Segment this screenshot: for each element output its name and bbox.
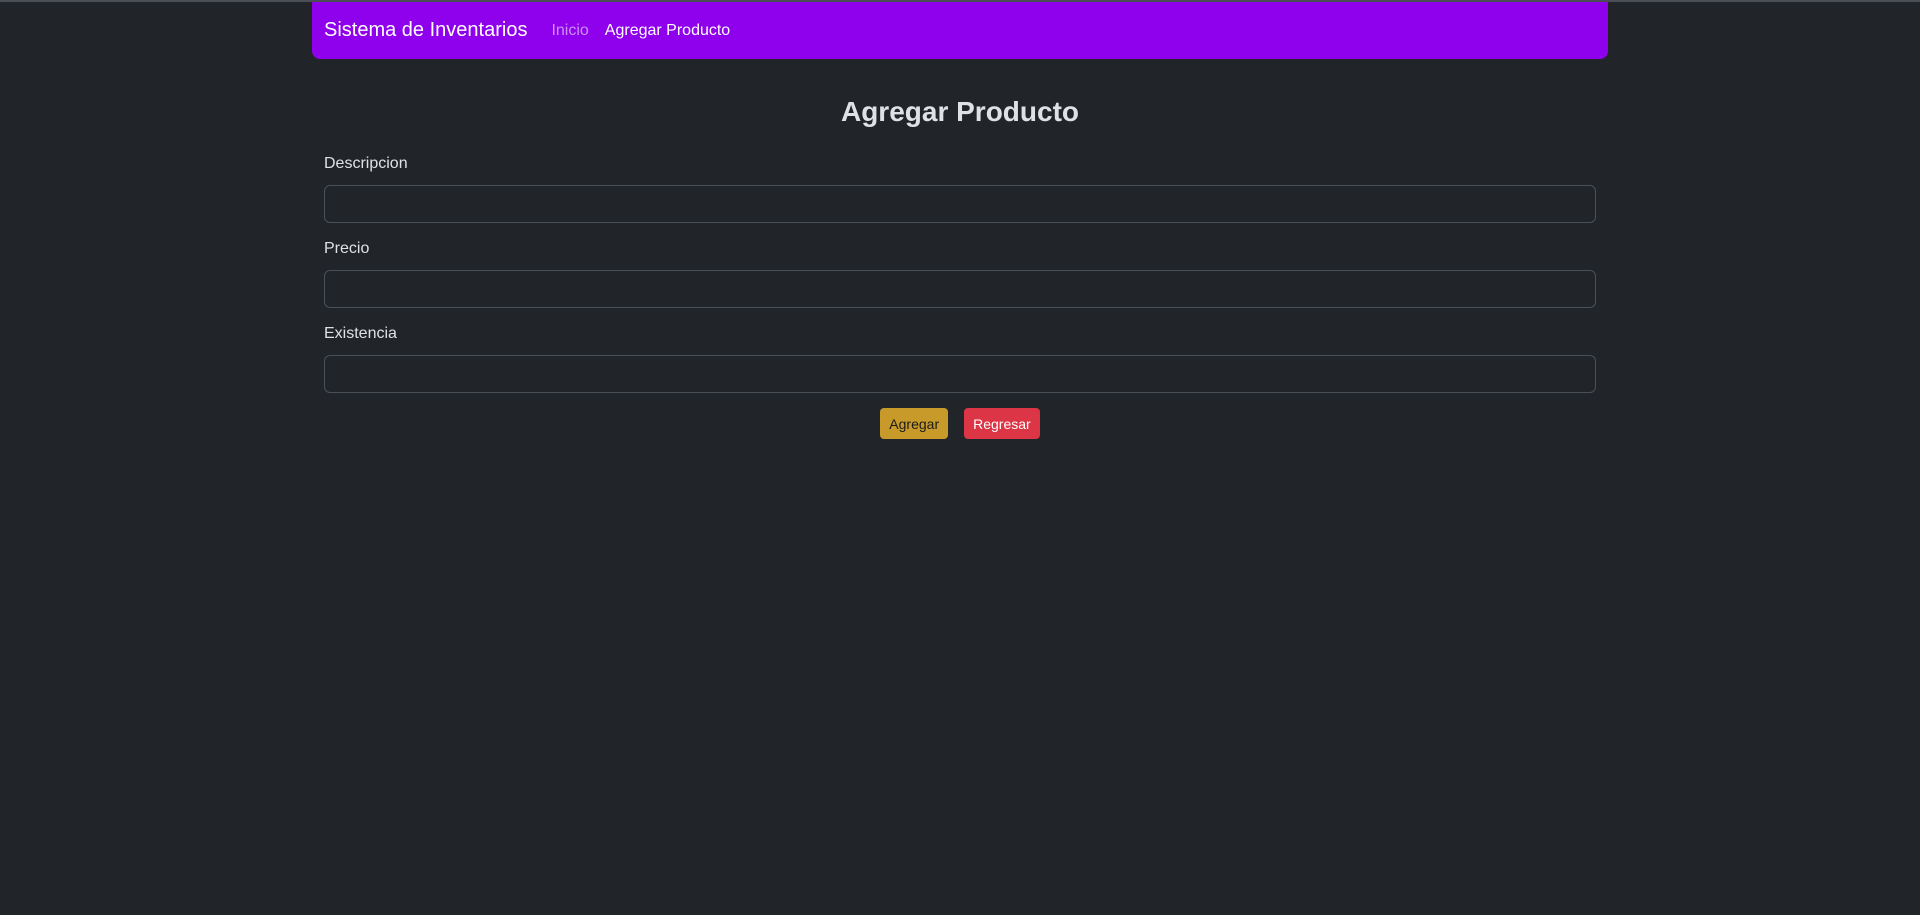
nav-link-agregar-producto[interactable]: Agregar Producto [605, 22, 730, 40]
product-form: Descripcion Precio Existencia Agregar Re… [312, 154, 1608, 439]
form-actions: Agregar Regresar [324, 408, 1596, 439]
regresar-button[interactable]: Regresar [964, 408, 1040, 439]
field-precio: Precio [324, 239, 1596, 308]
main-container: Sistema de Inventarios Inicio Agregar Pr… [312, 0, 1608, 439]
nav-link-inicio[interactable]: Inicio [551, 22, 588, 40]
navbar-brand[interactable]: Sistema de Inventarios [324, 19, 527, 42]
agregar-button[interactable]: Agregar [880, 408, 949, 439]
navbar: Sistema de Inventarios Inicio Agregar Pr… [312, 2, 1608, 59]
field-descripcion: Descripcion [324, 154, 1596, 223]
precio-input[interactable] [324, 270, 1596, 308]
descripcion-input[interactable] [324, 185, 1596, 223]
field-existencia: Existencia [324, 324, 1596, 393]
page-title: Agregar Producto [840, 96, 1080, 127]
descripcion-label: Descripcion [324, 155, 408, 172]
existencia-input[interactable] [324, 355, 1596, 393]
existencia-label: Existencia [324, 325, 397, 342]
precio-label: Precio [324, 240, 370, 257]
